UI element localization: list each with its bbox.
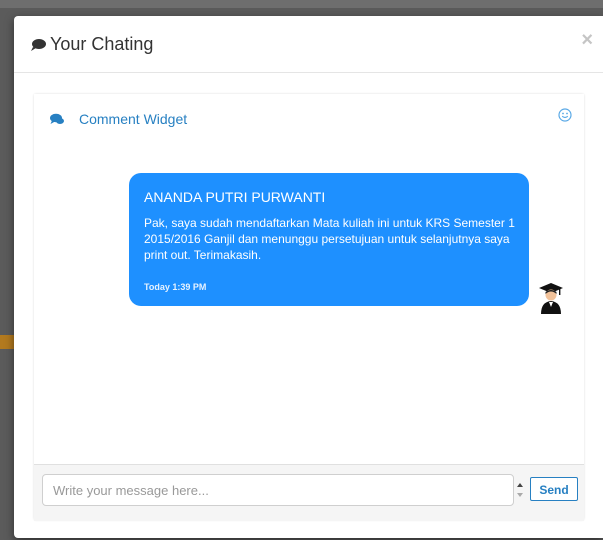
comments-icon [50,113,64,124]
message-input[interactable] [42,474,514,506]
composer: Send [34,464,584,521]
background-accent [0,335,14,349]
send-button[interactable]: Send [530,477,578,501]
input-spinner[interactable] [515,476,525,504]
message-text: Pak, saya sudah mendaftarkan Mata kuliah… [144,216,515,262]
message-bubble: ANANDA PUTRI PURWANTI Pak, saya sudah me… [129,173,529,306]
chat-body[interactable]: Comment Widget ANANDA PUTRI PURWANTI Pak… [34,94,584,464]
smile-icon[interactable] [558,108,572,122]
comment-icon [31,39,46,51]
chat-modal: Your Chating × Comment Widget ANANDA PUT… [14,16,603,538]
message-timestamp: Today 1:39 PM [144,282,207,292]
comment-widget: Comment Widget ANANDA PUTRI PURWANTI Pak… [34,94,584,521]
message-sender: ANANDA PUTRI PURWANTI [144,189,326,205]
close-button[interactable]: × [581,30,593,50]
widget-title: Comment Widget [79,111,188,127]
modal-header: Your Chating × [14,16,603,73]
graduate-avatar-icon [539,283,563,314]
page-backdrop [0,0,603,8]
modal-title: Your Chating [50,34,154,54]
